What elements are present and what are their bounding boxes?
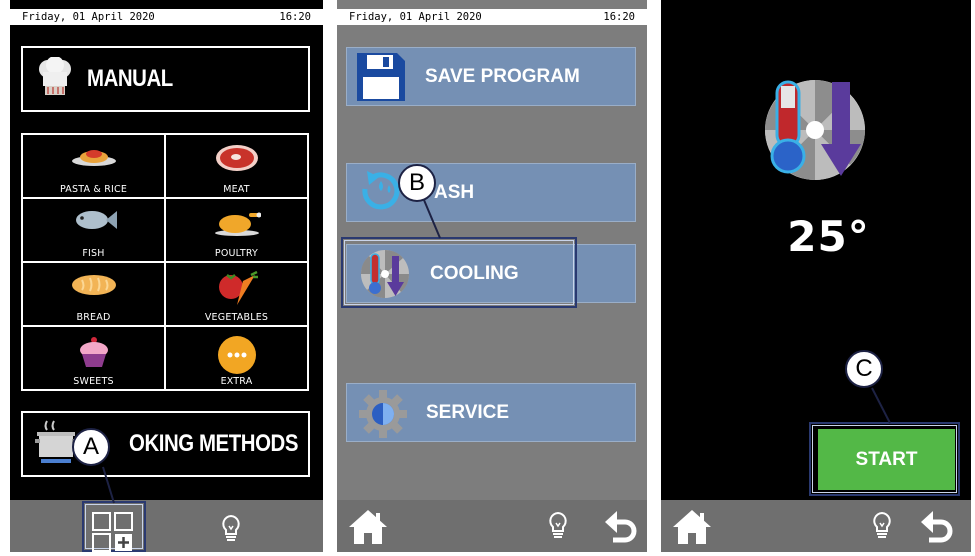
callout-c-line <box>871 387 891 424</box>
callout-c: C <box>845 350 883 388</box>
